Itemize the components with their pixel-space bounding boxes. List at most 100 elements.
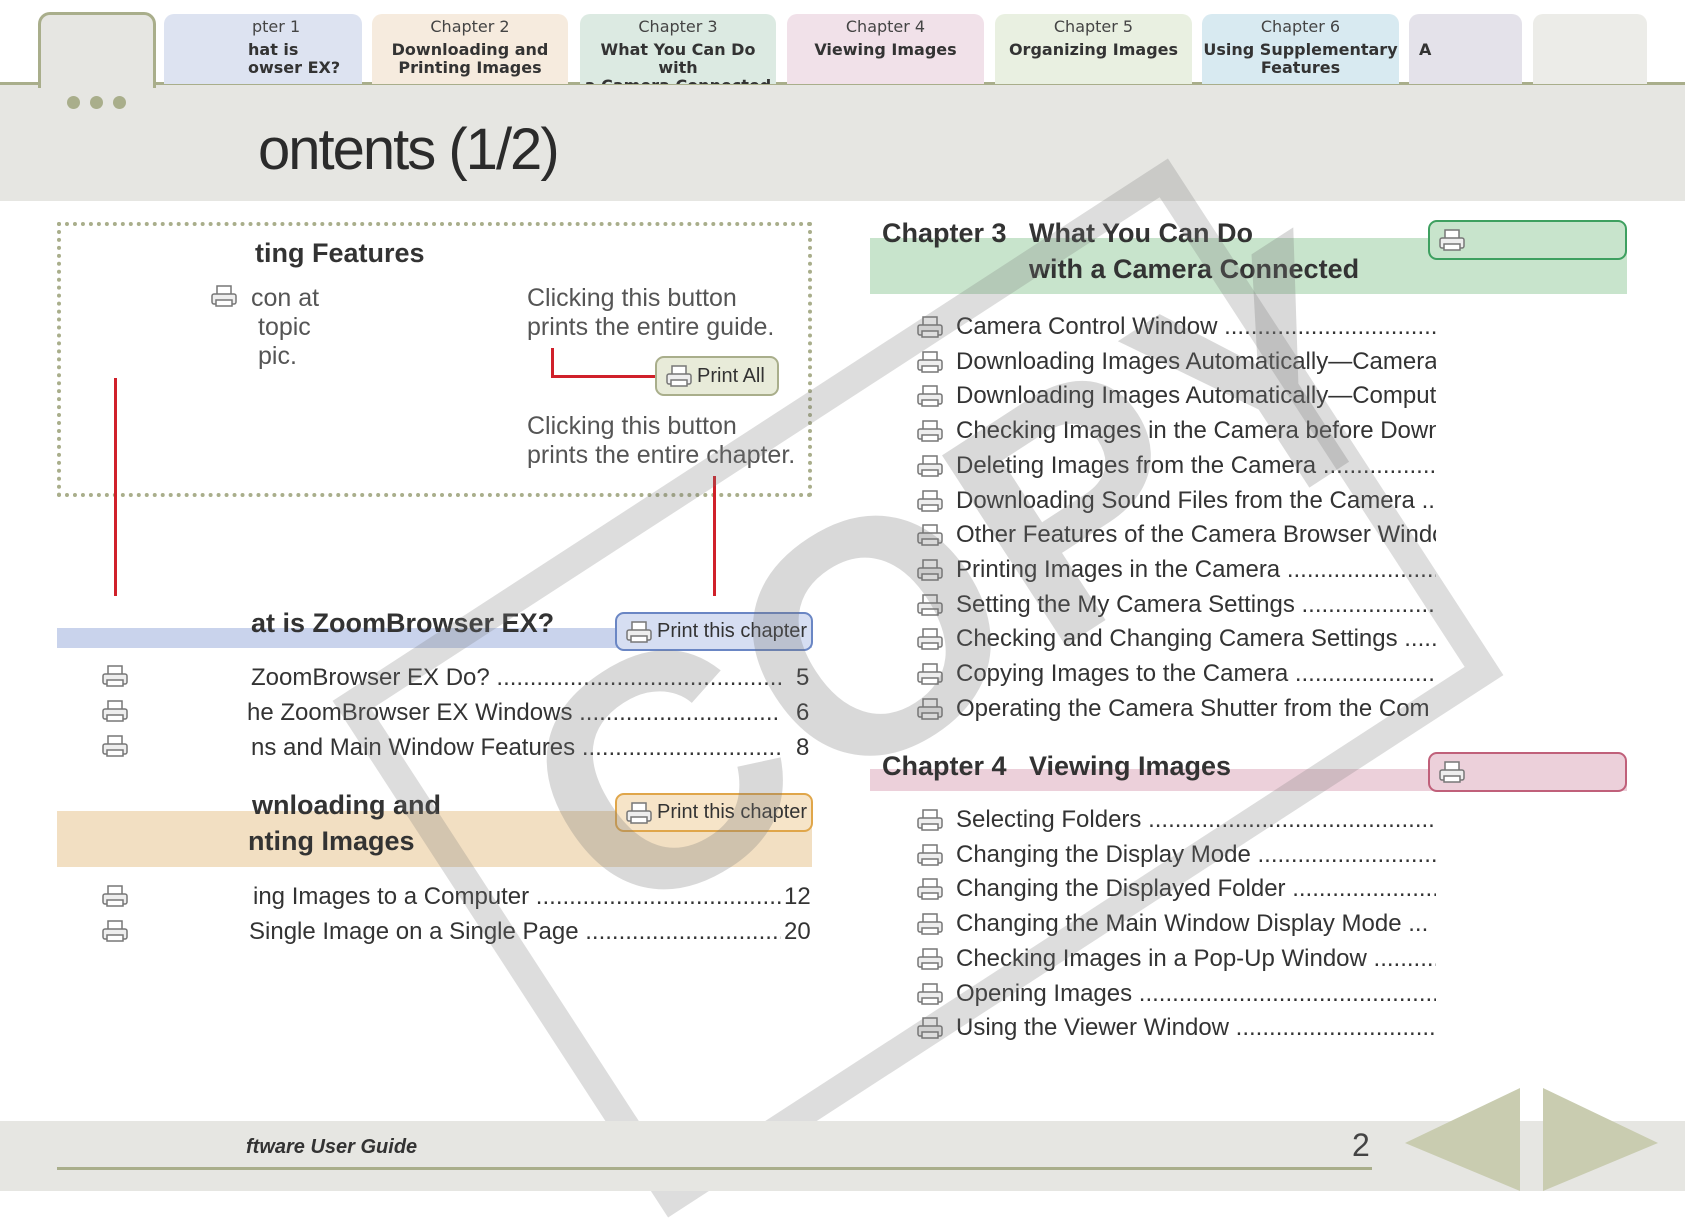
tab-chapter-5[interactable]: Chapter 5 Organizing Images [995,14,1192,84]
toc-entry[interactable]: Changing the Display Mode ..............… [956,840,1436,870]
toc-entry[interactable]: ns and Main Window Features ............… [251,733,781,763]
printer-icon[interactable] [916,877,944,901]
printer-icon [626,620,652,643]
toc-entry[interactable]: Changing the Displayed Folder ..........… [956,874,1436,904]
printer-icon [626,801,652,824]
printer-icon[interactable] [916,454,944,478]
tab-appendix[interactable]: A [1409,14,1522,84]
toc-entry[interactable]: Operating the Camera Shutter from the Co… [956,694,1436,724]
printer-icon[interactable] [101,664,129,688]
toc-entry[interactable]: Deleting Images from the Camera ........… [956,451,1436,481]
printer-icon[interactable] [101,884,129,908]
printer-icon[interactable] [916,558,944,582]
tab-chapter-2[interactable]: Chapter 2 Downloading and Printing Image… [372,14,568,84]
callout-line [114,378,117,596]
printer-icon[interactable] [916,697,944,721]
toc-entry[interactable]: Checking and Changing Camera Settings ..… [956,624,1436,654]
print-chapter-label: Print this chapter [657,801,808,823]
previous-page-arrow-icon[interactable] [1405,1088,1520,1191]
tab-chapter-1[interactable]: pter 1 hat is owser EX? [164,14,362,84]
toc-entry[interactable]: Other Features of the Camera Browser Win… [956,520,1436,550]
print-chapter-2-button[interactable]: Print this chapter [615,793,813,832]
print-chapter-3-button[interactable] [1428,220,1627,260]
toc-entry[interactable]: Single Image on a Single Page ..........… [249,917,781,947]
callout-line [551,375,657,378]
printer-icon[interactable] [101,699,129,723]
tab-number: Chapter 6 [1260,17,1341,36]
page-number: 2 [1352,1127,1370,1163]
tab-chapter-4[interactable]: Chapter 4 Viewing Images [787,14,984,84]
print-chapter-label: Print this chapter [657,620,808,642]
tab-index[interactable] [1533,14,1647,84]
chapter-3-title-line-1: What You Can Do [1029,218,1253,248]
print-all-label: Print All [697,364,765,387]
tab-number [1409,18,1522,36]
printer-icon[interactable] [916,315,944,339]
tab-title: hat is owser EX? [248,40,341,77]
printer-icon[interactable] [916,489,944,513]
tab-contents-active[interactable] [38,12,156,88]
printer-icon[interactable] [916,350,944,374]
printer-icon[interactable] [916,982,944,1006]
toc-page-number: 20 [784,918,811,945]
chapter-1-title: at is ZoomBrowser EX? [251,608,555,638]
toc-entry[interactable]: Copying Images to the Camera ...........… [956,659,1436,689]
chapter-4-title: Viewing Images [1029,751,1232,781]
toc-entry[interactable]: Checking Images in a Pop-Up Window .....… [956,944,1436,974]
printer-icon[interactable] [916,627,944,651]
tab-title: What You Can Do with a Camera Connected [585,40,772,85]
dot-3 [113,96,126,109]
chapter-explain-line-1: Clicking this button [527,412,737,440]
tab-chapter-6[interactable]: Chapter 6 Using Supplementary Features [1202,14,1399,84]
guide-explain-line-2: prints the entire guide. [527,313,775,341]
printer-icon[interactable] [101,919,129,943]
icon-explain-line-1: con at [251,284,320,312]
callout-line [713,476,716,596]
toc-entry[interactable]: Opening Images .........................… [956,979,1436,1009]
toc-entry[interactable]: Downloading Sound Files from the Camera … [956,486,1436,516]
toc-entry[interactable]: Downloading Images Automatically—Camera … [956,347,1436,377]
tab-number: Chapter 4 [845,17,926,36]
printer-icon[interactable] [101,734,129,758]
print-features-heading: ting Features [255,238,425,268]
printer-icon[interactable] [916,523,944,547]
toc-entry[interactable]: Selecting Folders ......................… [956,805,1436,835]
print-all-button[interactable]: Print All [655,356,779,396]
printer-icon [211,285,237,307]
toc-page-number: 8 [796,734,810,761]
toc-entry[interactable]: ZoomBrowser EX Do? .....................… [251,663,781,693]
tab-chapter-3[interactable]: Chapter 3 What You Can Do with a Camera … [580,14,776,84]
printer-icon[interactable] [916,808,944,832]
printer-icon[interactable] [916,912,944,936]
printer-icon[interactable] [916,593,944,617]
print-chapter-1-button[interactable]: Print this chapter [615,612,813,651]
printer-icon[interactable] [916,384,944,408]
chapter-explain-line-2: prints the entire chapter. [527,441,796,469]
next-page-arrow-icon[interactable] [1543,1088,1658,1191]
printer-icon[interactable] [916,1016,944,1040]
printer-icon[interactable] [916,419,944,443]
toc-entry[interactable]: Downloading Images Automatically—Compute [956,381,1436,411]
toc-entry[interactable]: Camera Control Window ..................… [956,312,1436,342]
toc-entry[interactable]: Printing Images in the Camera ..........… [956,555,1436,585]
print-chapter-4-button[interactable] [1428,752,1627,792]
toc-entry[interactable]: Using the Viewer Window ................… [956,1013,1436,1043]
toc-entry[interactable]: Changing the Main Window Display Mode ..… [956,909,1436,939]
tab-title: Downloading and Printing Images [391,40,549,77]
toc-page-number: 6 [796,699,810,726]
chapter-2-title-line-1: wnloading and [252,790,441,820]
printer-icon[interactable] [916,947,944,971]
chapter-3-label: Chapter 3 [882,218,1007,248]
toc-entry[interactable]: Checking Images in the Camera before Dow… [956,416,1436,446]
toc-page-number: 5 [796,664,810,691]
tab-number: pter 1 [252,17,301,36]
toc-entry[interactable]: he ZoomBrowser EX Windows ..............… [247,698,781,728]
chapter-3-title-line-2: with a Camera Connected [1029,254,1360,284]
printer-icon[interactable] [916,843,944,867]
icon-explain-line-3: pic. [258,342,297,370]
tab-number: Chapter 2 [430,17,510,36]
toc-entry[interactable]: Setting the My Camera Settings .........… [956,590,1436,620]
toc-entry[interactable]: ing Images to a Computer ...............… [253,882,781,912]
footer-guide-title: ftware User Guide [246,1136,418,1158]
printer-icon[interactable] [916,662,944,686]
